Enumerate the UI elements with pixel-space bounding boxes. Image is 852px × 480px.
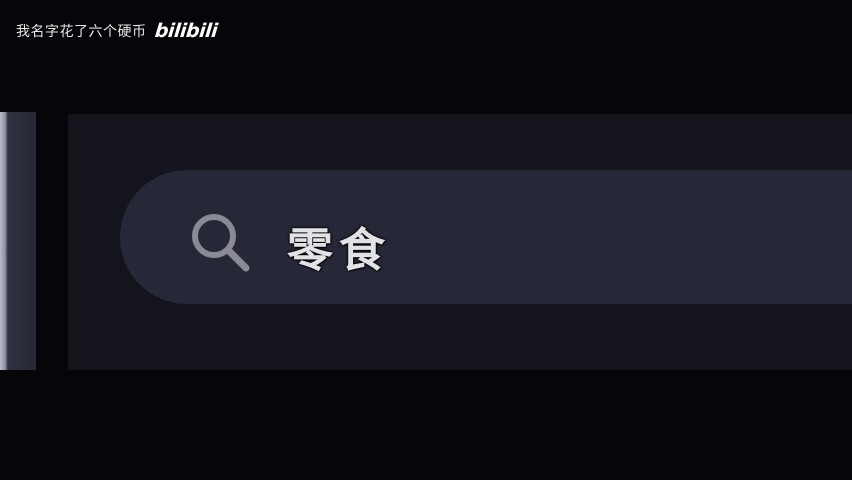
search-bar[interactable]: 零食: [120, 170, 852, 304]
bilibili-logo: bilibili: [153, 20, 218, 42]
side-panel: [0, 112, 36, 370]
search-panel: 零食: [68, 114, 852, 370]
search-icon[interactable]: [186, 208, 256, 278]
uploader-name: 我名字花了六个硬币: [16, 24, 147, 40]
search-query-text[interactable]: 零食: [287, 214, 391, 280]
video-frame: 我名字花了六个硬币 bilibili 零食: [0, 0, 852, 480]
bilibili-watermark: 我名字花了六个硬币 bilibili: [16, 20, 218, 42]
